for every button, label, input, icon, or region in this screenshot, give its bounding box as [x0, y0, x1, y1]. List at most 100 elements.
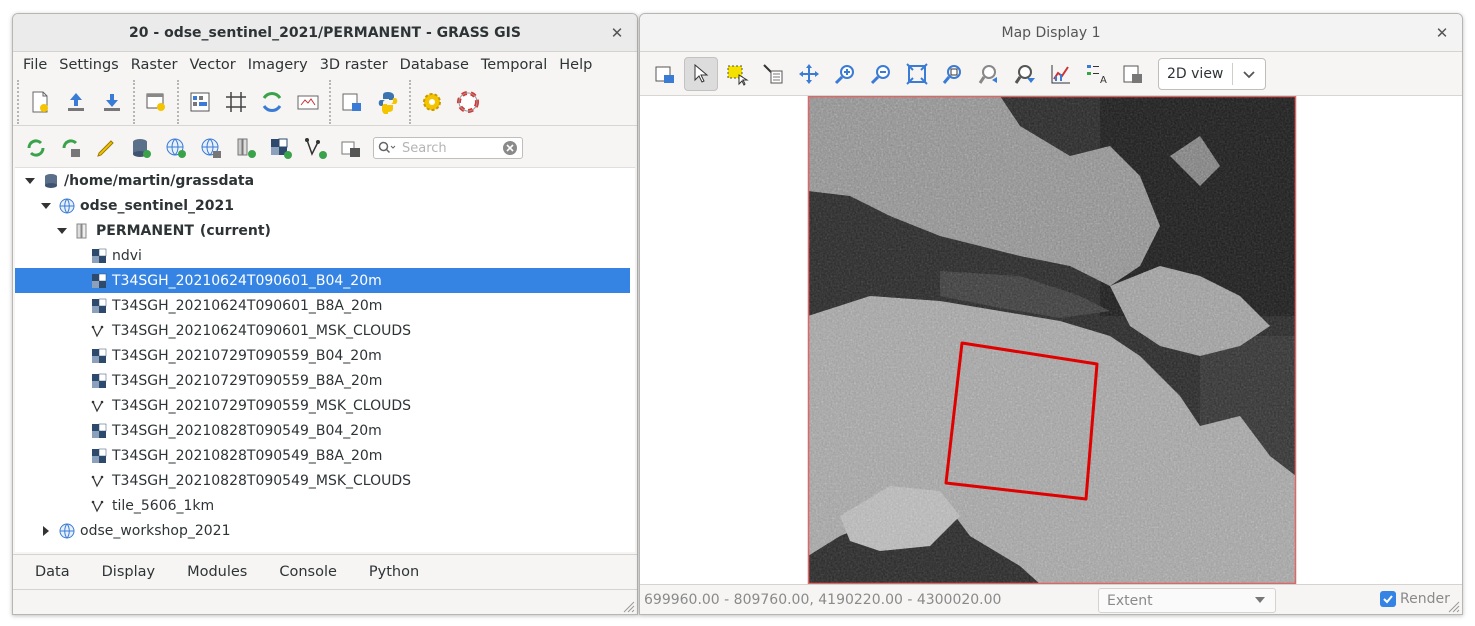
main-titlebar[interactable]: 20 - odse_sentinel_2021/PERMANENT - GRAS… — [13, 14, 637, 52]
tree-node-raster[interactable]: T34SGH_20210624T090601_B04_20m — [15, 268, 630, 293]
resize-grip-icon[interactable] — [1444, 597, 1460, 613]
pointer-button[interactable] — [684, 56, 718, 91]
render-checkbox[interactable]: Render — [1380, 591, 1450, 607]
close-icon[interactable]: ✕ — [607, 14, 627, 52]
zoom-in-button[interactable] — [828, 57, 862, 91]
tree-node-raster[interactable]: T34SGH_20210729T090559_B04_20m — [15, 343, 635, 368]
zoom-region-button[interactable] — [936, 57, 970, 91]
tree-node-raster[interactable]: ndvi — [15, 243, 635, 268]
tree-node-vector[interactable]: tile_5606_1km — [15, 493, 635, 518]
query-button[interactable] — [756, 57, 790, 91]
pan-button[interactable] — [792, 57, 826, 91]
menu-raster[interactable]: Raster — [125, 57, 184, 73]
tree-node-grassdb[interactable]: /home/martin/grassdata — [15, 168, 635, 193]
map-window-title: Map Display 1 — [1001, 25, 1101, 41]
close-icon[interactable]: ✕ — [1432, 14, 1452, 52]
expanded-arrow-icon[interactable] — [39, 199, 53, 213]
tree-node-raster[interactable]: T34SGH_20210729T090559_B8A_20m — [15, 368, 635, 393]
resize-grip-icon[interactable] — [619, 597, 635, 613]
import-other-button[interactable] — [334, 131, 368, 165]
pencil-icon — [97, 140, 114, 157]
modules-button[interactable] — [335, 85, 369, 119]
zoom-back-button[interactable] — [972, 57, 1006, 91]
raster-calculator-button[interactable] — [183, 85, 217, 119]
satellite-map-image[interactable] — [640, 96, 1462, 584]
open-workspace-button[interactable] — [59, 85, 93, 119]
tree-node-vector[interactable]: T34SGH_20210828T090549_MSK_CLOUDS — [15, 468, 635, 493]
grass-main-window: 20 - odse_sentinel_2021/PERMANENT - GRAS… — [12, 13, 638, 615]
add-grassdb-button[interactable] — [124, 131, 158, 165]
menu-file[interactable]: File — [17, 57, 53, 73]
menu-vector[interactable]: Vector — [184, 57, 242, 73]
tree-node-raster[interactable]: T34SGH_20210828T090549_B8A_20m — [15, 443, 635, 468]
reload-mapset-button[interactable] — [54, 131, 88, 165]
expanded-arrow-icon[interactable] — [23, 174, 37, 188]
zoom-menu-button[interactable] — [1008, 57, 1042, 91]
menu-3d-raster[interactable]: 3D raster — [314, 57, 394, 73]
menu-temporal[interactable]: Temporal — [475, 57, 553, 73]
view-mode-select[interactable]: 2D view — [1158, 57, 1266, 90]
zoom-out-button[interactable] — [864, 57, 898, 91]
reload-tree-button[interactable] — [19, 131, 53, 165]
tree-node-mapset[interactable]: PERMANENT (current) — [15, 218, 635, 243]
globe-icon — [59, 198, 75, 214]
tree-node-raster[interactable]: T34SGH_20210624T090601_B8A_20m — [15, 293, 635, 318]
tree-node-location-collapsed[interactable]: odse_workshop_2021 — [15, 518, 635, 543]
zoom-in-icon — [834, 64, 854, 84]
add-mapset-button[interactable] — [229, 131, 263, 165]
mapset-add-icon — [237, 138, 256, 158]
zoom-extent-button[interactable] — [900, 57, 934, 91]
save-workspace-button[interactable] — [95, 85, 129, 119]
tree-node-location[interactable]: odse_sentinel_2021 — [15, 193, 635, 218]
python-button[interactable] — [371, 85, 405, 119]
new-workspace-button[interactable] — [23, 85, 57, 119]
download-location-button[interactable] — [194, 131, 228, 165]
search-field[interactable] — [373, 137, 523, 159]
tree-node-vector[interactable]: T34SGH_20210624T090601_MSK_CLOUDS — [15, 318, 635, 343]
menu-imagery[interactable]: Imagery — [242, 57, 314, 73]
import-raster-button[interactable] — [264, 131, 298, 165]
chevron-down-icon[interactable] — [1242, 67, 1256, 81]
tab-modules[interactable]: Modules — [171, 564, 263, 580]
search-input[interactable] — [400, 139, 496, 157]
cartographic-composer-button[interactable] — [291, 85, 325, 119]
map-canvas[interactable] — [640, 96, 1462, 584]
python-icon — [378, 91, 398, 114]
georectify-button[interactable] — [219, 85, 253, 119]
collapsed-arrow-icon[interactable] — [39, 524, 53, 538]
tab-console[interactable]: Console — [263, 564, 353, 580]
tree-node-vector[interactable]: T34SGH_20210729T090559_MSK_CLOUDS — [15, 393, 635, 418]
vector-icon — [91, 498, 107, 514]
decoration-button[interactable]: A — [1080, 57, 1114, 91]
expanded-arrow-icon[interactable] — [55, 224, 69, 238]
location-label: odse_sentinel_2021 — [80, 197, 234, 214]
data-catalog-tree[interactable]: /home/martin/grassdata odse_sentinel_202… — [15, 167, 635, 552]
tree-node-raster[interactable]: T34SGH_20210828T090549_B04_20m — [15, 418, 635, 443]
edit-mode-button[interactable] — [89, 131, 123, 165]
statusbar-mode-select[interactable]: Extent — [1098, 588, 1276, 613]
new-map-display-button[interactable] — [139, 85, 173, 119]
select-button[interactable] — [720, 57, 754, 91]
zoom-menu-icon — [1014, 64, 1035, 84]
menu-help[interactable]: Help — [553, 57, 598, 73]
tab-python[interactable]: Python — [353, 564, 435, 580]
menu-database[interactable]: Database — [394, 57, 475, 73]
tab-display[interactable]: Display — [86, 564, 171, 580]
settings-button[interactable] — [415, 85, 449, 119]
graphical-modeler-button[interactable] — [255, 85, 289, 119]
view-mode-value: 2D view — [1167, 65, 1224, 82]
analyze-button[interactable] — [1044, 57, 1078, 91]
composer-icon — [297, 95, 319, 109]
dropdown-triangle-icon[interactable] — [1253, 593, 1267, 607]
tab-data[interactable]: Data — [19, 564, 86, 580]
menu-settings[interactable]: Settings — [53, 57, 124, 73]
checkbox-checked-icon[interactable] — [1380, 591, 1396, 607]
help-button[interactable] — [451, 85, 485, 119]
clear-search-icon[interactable] — [502, 140, 518, 156]
add-location-button[interactable] — [159, 131, 193, 165]
select-area-icon — [727, 65, 749, 86]
map-titlebar[interactable]: Map Display 1 ✕ — [640, 14, 1462, 52]
save-display-button[interactable] — [1116, 57, 1150, 91]
render-map-button[interactable] — [648, 57, 682, 91]
import-vector-button[interactable] — [299, 131, 333, 165]
